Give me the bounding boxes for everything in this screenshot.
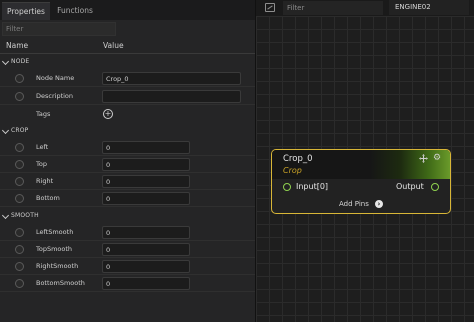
- property-row-tags: Tags +: [0, 106, 255, 123]
- tab-functions[interactable]: Functions: [52, 2, 98, 20]
- radio-toggle[interactable]: [15, 228, 24, 237]
- node-name-field[interactable]: [102, 72, 241, 85]
- section-label: NODE: [11, 58, 30, 65]
- radio-toggle[interactable]: [15, 160, 24, 169]
- right-field[interactable]: [102, 175, 190, 188]
- add-pins-button[interactable]: Add Pins: [339, 200, 369, 208]
- property-label: Bottom: [36, 194, 60, 202]
- section-smooth[interactable]: SMOOTH: [0, 211, 255, 223]
- section-label: SMOOTH: [11, 212, 39, 219]
- node-graph-canvas[interactable]: ENGINE02 Crop_0 Crop ⚙ Input[0] Output A…: [256, 0, 474, 322]
- chevron-down-icon: [1, 211, 10, 220]
- property-label: RightSmooth: [36, 262, 79, 270]
- value-column-header: Value: [103, 41, 124, 50]
- crop-node[interactable]: Crop_0 Crop ⚙ Input[0] Output Add Pins ›: [271, 149, 451, 214]
- gear-icon[interactable]: ⚙: [432, 153, 442, 163]
- section-node[interactable]: NODE: [0, 57, 255, 69]
- node-subtitle: Crop: [283, 166, 302, 175]
- rightsmooth-field[interactable]: [102, 260, 190, 273]
- tab-properties[interactable]: Properties: [2, 2, 50, 20]
- chevron-down-icon: [1, 126, 10, 135]
- plus-circle-icon[interactable]: +: [103, 109, 113, 119]
- properties-panel: Properties Functions Name Value NODE Nod…: [0, 0, 255, 322]
- output-pin-label: Output: [396, 182, 424, 191]
- property-row-bottomsmooth: BottomSmooth: [0, 275, 255, 292]
- property-row-left: Left: [0, 139, 255, 156]
- move-icon[interactable]: [419, 154, 428, 163]
- radio-toggle[interactable]: [15, 92, 24, 101]
- property-row-node-name: Node Name: [0, 70, 255, 87]
- radio-toggle[interactable]: [15, 245, 24, 254]
- property-row-right: Right: [0, 173, 255, 190]
- top-field[interactable]: [102, 158, 190, 171]
- bottomsmooth-field[interactable]: [102, 277, 190, 290]
- property-row-topsmooth: TopSmooth: [0, 241, 255, 258]
- tab-bar: Properties Functions: [0, 0, 255, 20]
- chevron-down-icon: [1, 57, 10, 66]
- input-pin-label: Input[0]: [296, 182, 329, 191]
- property-label: Node Name: [36, 74, 75, 82]
- section-label: CROP: [11, 127, 29, 134]
- description-field[interactable]: [102, 90, 241, 103]
- graph-filter-input[interactable]: [283, 1, 383, 15]
- property-label: Top: [36, 160, 47, 168]
- input-pin[interactable]: [283, 183, 291, 191]
- header-divider: [0, 53, 255, 54]
- property-row-leftsmooth: LeftSmooth: [0, 224, 255, 241]
- node-title: Crop_0: [283, 154, 313, 164]
- radio-toggle[interactable]: [15, 262, 24, 271]
- leftsmooth-field[interactable]: [102, 226, 190, 239]
- graph-toolbar: ENGINE02: [256, 0, 474, 16]
- property-label: Left: [36, 143, 49, 151]
- property-label: Right: [36, 177, 54, 185]
- radio-toggle[interactable]: [15, 279, 24, 288]
- radio-toggle[interactable]: [15, 177, 24, 186]
- name-column-header: Name: [6, 41, 29, 50]
- output-pin[interactable]: [431, 183, 439, 191]
- bottom-field[interactable]: [102, 192, 190, 205]
- property-row-bottom: Bottom: [0, 190, 255, 207]
- section-crop[interactable]: CROP: [0, 126, 255, 138]
- radio-toggle[interactable]: [15, 194, 24, 203]
- arrow-circle-icon[interactable]: ›: [375, 200, 383, 208]
- property-label: Tags: [36, 110, 51, 118]
- property-row-description: Description: [0, 88, 255, 105]
- filter-input[interactable]: [2, 22, 116, 36]
- image-icon[interactable]: [265, 3, 275, 12]
- left-field[interactable]: [102, 141, 190, 154]
- property-label: Description: [36, 92, 74, 100]
- engine-label: ENGINE02: [389, 0, 469, 15]
- property-label: TopSmooth: [36, 245, 73, 253]
- property-row-rightsmooth: RightSmooth: [0, 258, 255, 275]
- property-label: BottomSmooth: [36, 279, 85, 287]
- property-label: LeftSmooth: [36, 228, 74, 236]
- topsmooth-field[interactable]: [102, 243, 190, 256]
- radio-toggle[interactable]: [15, 143, 24, 152]
- property-row-top: Top: [0, 156, 255, 173]
- radio-toggle[interactable]: [15, 74, 24, 83]
